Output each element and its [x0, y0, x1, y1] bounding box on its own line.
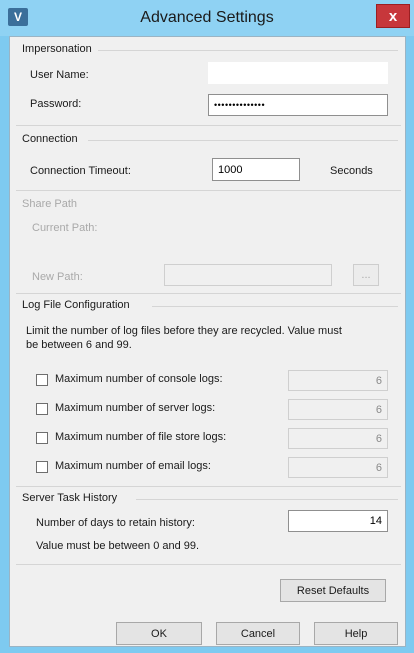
share-path-section-label: Share Path	[22, 198, 78, 210]
connection-divider	[88, 140, 398, 141]
dialog-body: Impersonation User Name: Password: •••••…	[9, 36, 406, 647]
log-file-description-line2: be between 6 and 99.	[26, 339, 132, 351]
file-store-logs-label: Maximum number of file store logs:	[55, 431, 227, 443]
console-logs-input[interactable]: 6	[288, 370, 388, 391]
console-logs-checkbox[interactable]	[36, 374, 48, 386]
browse-button[interactable]: ...	[353, 264, 379, 286]
new-path-input[interactable]	[164, 264, 332, 286]
server-task-history-section-label: Server Task History	[22, 492, 118, 504]
email-logs-label: Maximum number of email logs:	[55, 460, 211, 472]
password-input[interactable]: ••••••••••••••	[208, 94, 388, 116]
user-name-input[interactable]	[208, 62, 388, 84]
file-store-logs-checkbox[interactable]	[36, 432, 48, 444]
password-label: Password:	[30, 98, 82, 110]
email-logs-checkbox[interactable]	[36, 461, 48, 473]
server-logs-checkbox[interactable]	[36, 403, 48, 415]
log-file-section-label: Log File Configuration	[22, 299, 130, 311]
close-button[interactable]: x	[376, 4, 410, 28]
impersonation-bottom-divider	[16, 125, 401, 126]
user-name-label: User Name:	[30, 69, 89, 81]
connection-section-label: Connection	[22, 133, 78, 145]
help-button[interactable]: Help	[314, 622, 398, 645]
server-logs-input[interactable]: 6	[288, 399, 388, 420]
current-path-label: Current Path:	[32, 222, 98, 234]
log-file-bottom-divider	[16, 486, 401, 487]
server-logs-label: Maximum number of server logs:	[55, 402, 216, 414]
share-path-bottom-divider	[16, 293, 401, 294]
server-task-history-divider	[136, 499, 398, 500]
advanced-settings-window: V Advanced Settings x Impersonation User…	[0, 0, 414, 653]
cancel-button[interactable]: Cancel	[216, 622, 300, 645]
reset-defaults-button[interactable]: Reset Defaults	[280, 579, 386, 602]
history-days-input[interactable]: 14	[288, 510, 388, 532]
history-days-hint: Value must be between 0 and 99.	[36, 540, 200, 552]
email-logs-input[interactable]: 6	[288, 457, 388, 478]
window-title: Advanced Settings	[140, 9, 274, 26]
history-bottom-divider	[16, 564, 401, 565]
impersonation-divider	[98, 50, 398, 51]
log-file-description-line1: Limit the number of log files before the…	[26, 325, 342, 337]
file-store-logs-input[interactable]: 6	[288, 428, 388, 449]
log-file-divider	[152, 306, 398, 307]
new-path-label: New Path:	[32, 271, 83, 283]
console-logs-label: Maximum number of console logs:	[55, 373, 223, 385]
history-days-label: Number of days to retain history:	[36, 517, 195, 529]
impersonation-section-label: Impersonation	[22, 43, 92, 55]
title-bar[interactable]: V Advanced Settings x	[0, 0, 414, 36]
connection-timeout-input[interactable]: 1000	[212, 158, 300, 181]
seconds-unit-label: Seconds	[330, 165, 373, 177]
connection-timeout-label: Connection Timeout:	[30, 165, 131, 177]
connection-bottom-divider	[16, 190, 401, 191]
ok-button[interactable]: OK	[116, 622, 202, 645]
